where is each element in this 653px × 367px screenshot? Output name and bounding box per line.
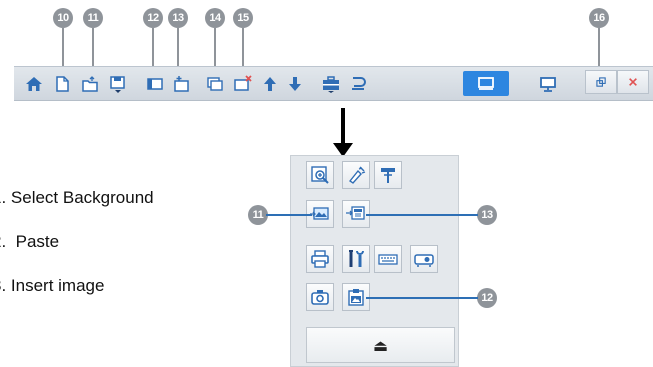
zoom-icon[interactable] xyxy=(306,161,334,189)
duplicate-page-icon[interactable] xyxy=(205,74,225,94)
print-icon[interactable] xyxy=(306,245,334,273)
callout-panel-12-line xyxy=(366,297,478,299)
callout-15-stem xyxy=(242,28,244,68)
home-icon[interactable] xyxy=(24,74,44,94)
whiteboard-mode-button[interactable] xyxy=(463,71,509,96)
move-up-icon[interactable] xyxy=(260,74,280,94)
tools-icon[interactable] xyxy=(342,245,370,273)
restore-icon xyxy=(595,76,606,87)
callout-13-stem xyxy=(177,28,179,68)
callout-14-stem xyxy=(214,28,216,68)
callout-15: 15 xyxy=(233,8,253,28)
eject-icon: ⏏ xyxy=(372,335,389,355)
presentation-icon[interactable] xyxy=(145,74,165,94)
collapse-panel-button[interactable]: ⏏ xyxy=(306,327,455,363)
legend-item-paste: 2. Paste xyxy=(0,232,60,251)
callout-11: 11 xyxy=(83,8,103,28)
highlighter-icon[interactable] xyxy=(342,161,370,189)
main-toolbar xyxy=(14,66,653,101)
callout-panel-11: 11 xyxy=(248,205,268,225)
add-page-icon[interactable] xyxy=(172,74,192,94)
callout-16: 16 xyxy=(589,8,609,28)
projector-icon[interactable] xyxy=(410,245,438,273)
restore-button[interactable] xyxy=(585,70,617,94)
pc-mode-icon xyxy=(540,76,556,92)
pin-icon[interactable] xyxy=(374,161,402,189)
callout-panel-12: 12 xyxy=(477,288,497,308)
legend-item-select-background: 1. Select Background xyxy=(0,188,154,207)
undo-icon[interactable] xyxy=(348,74,368,94)
close-button[interactable] xyxy=(617,70,649,94)
save-icon[interactable] xyxy=(108,74,128,94)
callout-14: 14 xyxy=(205,8,225,28)
callout-10: 10 xyxy=(53,8,73,28)
camera-icon[interactable] xyxy=(306,283,334,311)
callout-12-stem xyxy=(152,28,154,68)
new-page-icon[interactable] xyxy=(52,74,72,94)
toolbox-icon[interactable] xyxy=(321,74,341,94)
pointer-arrow-shaft xyxy=(341,108,345,145)
callout-11-stem xyxy=(92,28,94,68)
open-folder-icon[interactable] xyxy=(80,74,100,94)
pc-mode-button[interactable] xyxy=(528,71,568,96)
keyboard-icon[interactable] xyxy=(374,245,402,273)
callout-panel-13-line xyxy=(366,214,478,216)
whiteboard-mode-icon xyxy=(478,76,494,90)
callout-10-stem xyxy=(62,28,64,68)
move-down-icon[interactable] xyxy=(285,74,305,94)
callout-16-stem xyxy=(598,28,600,68)
callout-12: 12 xyxy=(143,8,163,28)
delete-page-icon[interactable] xyxy=(233,74,253,94)
callout-13: 13 xyxy=(168,8,188,28)
close-icon xyxy=(629,78,637,86)
legend-item-insert-image: 3. Insert image xyxy=(0,276,105,295)
callout-panel-11-line xyxy=(266,214,312,216)
callout-panel-13: 13 xyxy=(477,205,497,225)
